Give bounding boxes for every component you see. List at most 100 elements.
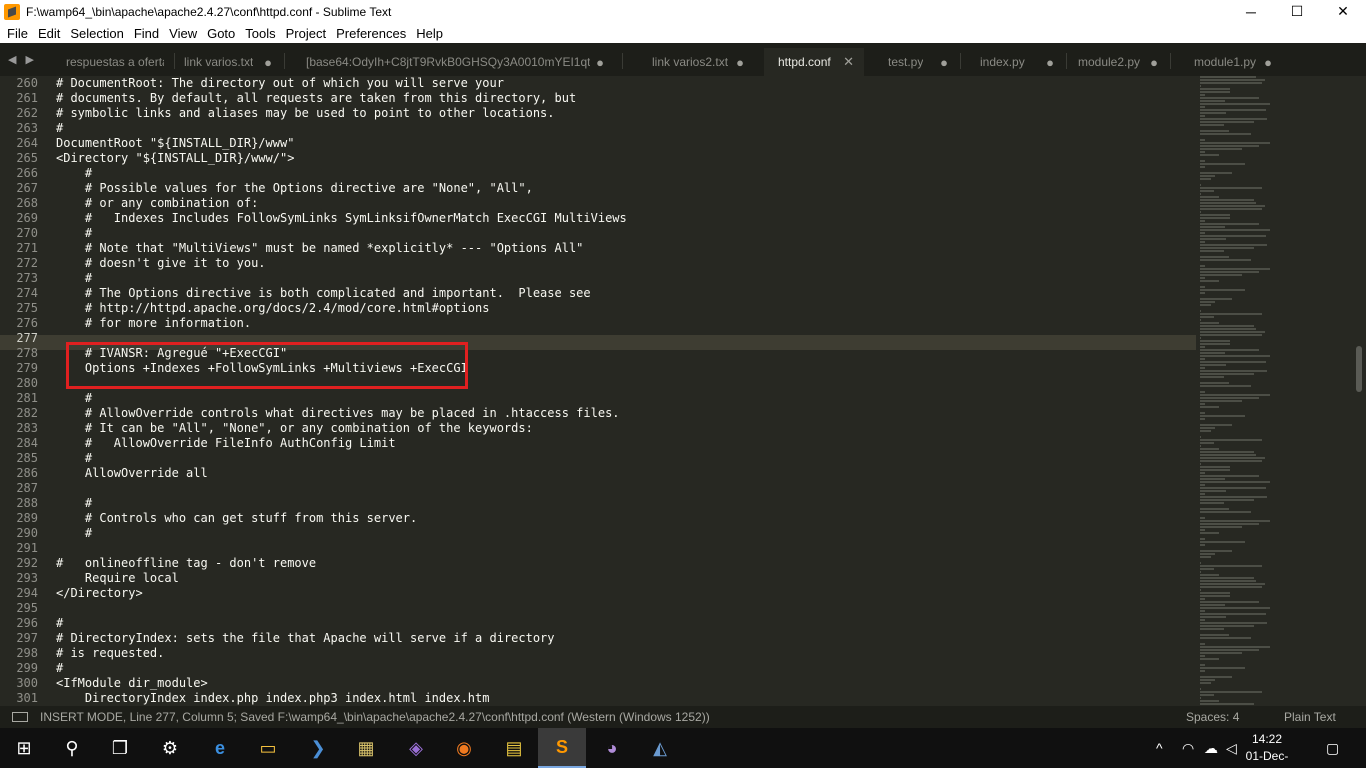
panel-toggle-icon[interactable]: [12, 712, 28, 722]
close-tab-icon[interactable]: ✕: [843, 54, 854, 70]
syntax-selector[interactable]: Plain Text: [1284, 710, 1336, 724]
code-line[interactable]: #: [56, 166, 1196, 181]
indentation-setting[interactable]: Spaces: 4: [1186, 710, 1239, 724]
tab-base64[interactable]: [base64:OdyIh+C8jtT9RvkB0GHSQy3A0010mYEI…: [292, 48, 614, 76]
visual-studio-button[interactable]: ◈: [392, 728, 440, 768]
code-line[interactable]: # onlineoffline tag - don't remove: [56, 556, 1196, 571]
firefox-button[interactable]: ◉: [440, 728, 488, 768]
code-line[interactable]: [56, 541, 1196, 556]
code-line[interactable]: #: [56, 616, 1196, 631]
tab-module1-py[interactable]: module1.py ●: [1180, 48, 1282, 76]
unsaved-dot-icon[interactable]: ●: [264, 55, 272, 70]
menu-selection[interactable]: Selection: [65, 26, 128, 41]
code-line[interactable]: # It can be "All", "None", or any combin…: [56, 421, 1196, 436]
app-button-2[interactable]: ◕: [588, 728, 636, 768]
menu-goto[interactable]: Goto: [202, 26, 240, 41]
code-line[interactable]: <Directory "${INSTALL_DIR}/www/">: [56, 151, 1196, 166]
code-line[interactable]: # documents. By default, all requests ar…: [56, 91, 1196, 106]
system-clock[interactable]: 14:22 01-Dec-17: [1244, 731, 1290, 768]
sublime-text-button[interactable]: S: [538, 728, 586, 768]
minimize-button[interactable]: ─: [1228, 0, 1274, 23]
unsaved-dot-icon[interactable]: ●: [1264, 55, 1272, 70]
task-view-button[interactable]: ❐: [96, 728, 144, 768]
code-line[interactable]: AllowOverride all: [56, 466, 1196, 481]
menu-project[interactable]: Project: [281, 26, 331, 41]
code-line[interactable]: </Directory>: [56, 586, 1196, 601]
menu-find[interactable]: Find: [129, 26, 164, 41]
unsaved-dot-icon[interactable]: ●: [1046, 55, 1054, 70]
code-line[interactable]: [56, 601, 1196, 616]
code-line[interactable]: [56, 481, 1196, 496]
code-editor[interactable]: 260 261 262 263 264 265 266 267 268 269 270 271 272 2…: [0, 76, 1366, 706]
tab-module2-py[interactable]: module2.py ●: [1064, 48, 1168, 76]
code-line[interactable]: # The Options directive is both complica…: [56, 286, 1196, 301]
code-line[interactable]: #: [56, 271, 1196, 286]
minimap-line: [1200, 193, 1201, 195]
code-line[interactable]: #: [56, 121, 1196, 136]
code-line[interactable]: # DocumentRoot: The directory out of whi…: [56, 76, 1196, 91]
menu-tools[interactable]: Tools: [240, 26, 280, 41]
menu-file[interactable]: File: [2, 26, 33, 41]
settings-button[interactable]: ⚙: [146, 728, 194, 768]
menu-help[interactable]: Help: [411, 26, 448, 41]
tab-test-py[interactable]: test.py ●: [874, 48, 958, 76]
code-line[interactable]: # Note that "MultiViews" must be named *…: [56, 241, 1196, 256]
code-line[interactable]: DirectoryIndex index.php index.php3 inde…: [56, 691, 1196, 706]
cloud-icon[interactable]: ☁: [1204, 728, 1218, 768]
start-button[interactable]: ⊞: [0, 728, 48, 768]
close-window-button[interactable]: ✕: [1320, 0, 1366, 23]
tab-index-py[interactable]: index.py ●: [966, 48, 1064, 76]
code-line[interactable]: #: [56, 451, 1196, 466]
tab-respuestas[interactable]: respuestas a ofertas c: [52, 48, 174, 76]
code-line[interactable]: DocumentRoot "${INSTALL_DIR}/www": [56, 136, 1196, 151]
unsaved-dot-icon[interactable]: ●: [736, 55, 744, 70]
unsaved-dot-icon[interactable]: ●: [596, 55, 604, 70]
code-line[interactable]: # symbolic links and aliases may be used…: [56, 106, 1196, 121]
unsaved-dot-icon[interactable]: ●: [940, 55, 948, 70]
tray-chevron-icon[interactable]: ^: [1156, 728, 1163, 768]
volume-icon[interactable]: ◁: [1226, 728, 1237, 768]
code-line[interactable]: #: [56, 496, 1196, 511]
code-line[interactable]: # or any combination of:: [56, 196, 1196, 211]
code-line[interactable]: <IfModule dir_module>: [56, 676, 1196, 691]
tab-scroll-arrows[interactable]: ◀ ▶: [8, 53, 37, 66]
unsaved-dot-icon[interactable]: ●: [1150, 55, 1158, 70]
tab-httpd-conf[interactable]: httpd.conf ✕: [764, 48, 864, 76]
code-line[interactable]: #: [56, 226, 1196, 241]
menu-view[interactable]: View: [164, 26, 202, 41]
code-line[interactable]: #: [56, 391, 1196, 406]
code-line[interactable]: # Controls who can get stuff from this s…: [56, 511, 1196, 526]
tab-link-varios2[interactable]: link varios2.txt ●: [638, 48, 754, 76]
code-line[interactable]: #: [56, 526, 1196, 541]
code-line[interactable]: # AllowOverride FileInfo AuthConfig Limi…: [56, 436, 1196, 451]
file-explorer-button[interactable]: ▭: [244, 728, 292, 768]
search-button[interactable]: ⚲: [48, 728, 96, 768]
minimap[interactable]: [1200, 76, 1350, 706]
minimap-line: [1200, 451, 1254, 453]
app-button-1[interactable]: ▦: [342, 728, 390, 768]
menu-preferences[interactable]: Preferences: [331, 26, 411, 41]
vertical-scrollbar[interactable]: [1354, 76, 1364, 706]
code-line[interactable]: # is requested.: [56, 646, 1196, 661]
code-line[interactable]: # AllowOverride controls what directives…: [56, 406, 1196, 421]
code-line[interactable]: # Indexes Includes FollowSymLinks SymLin…: [56, 211, 1196, 226]
code-line[interactable]: # for more information.: [56, 316, 1196, 331]
tab-link-varios[interactable]: link varios.txt ●: [170, 48, 282, 76]
code-line[interactable]: # doesn't give it to you.: [56, 256, 1196, 271]
code-text-area[interactable]: # DocumentRoot: The directory out of whi…: [56, 76, 1196, 706]
code-line[interactable]: # DirectoryIndex: sets the file that Apa…: [56, 631, 1196, 646]
tab-bar: ◀ ▶ respuestas a ofertas c link varios.t…: [0, 43, 1366, 76]
network-icon[interactable]: ◠: [1182, 728, 1194, 768]
code-line[interactable]: Require local: [56, 571, 1196, 586]
edge-button[interactable]: e: [196, 728, 244, 768]
menu-edit[interactable]: Edit: [33, 26, 65, 41]
maximize-button[interactable]: ☐: [1274, 0, 1320, 23]
code-line[interactable]: # http://httpd.apache.org/docs/2.4/mod/c…: [56, 301, 1196, 316]
scrollbar-thumb[interactable]: [1356, 346, 1362, 392]
code-line[interactable]: #: [56, 661, 1196, 676]
powershell-button[interactable]: ❯: [294, 728, 342, 768]
code-line[interactable]: # Possible values for the Options direct…: [56, 181, 1196, 196]
app-button-3[interactable]: ◭: [636, 728, 684, 768]
notifications-icon[interactable]: ▢: [1326, 728, 1339, 768]
wamp-button[interactable]: ▤: [490, 728, 538, 768]
